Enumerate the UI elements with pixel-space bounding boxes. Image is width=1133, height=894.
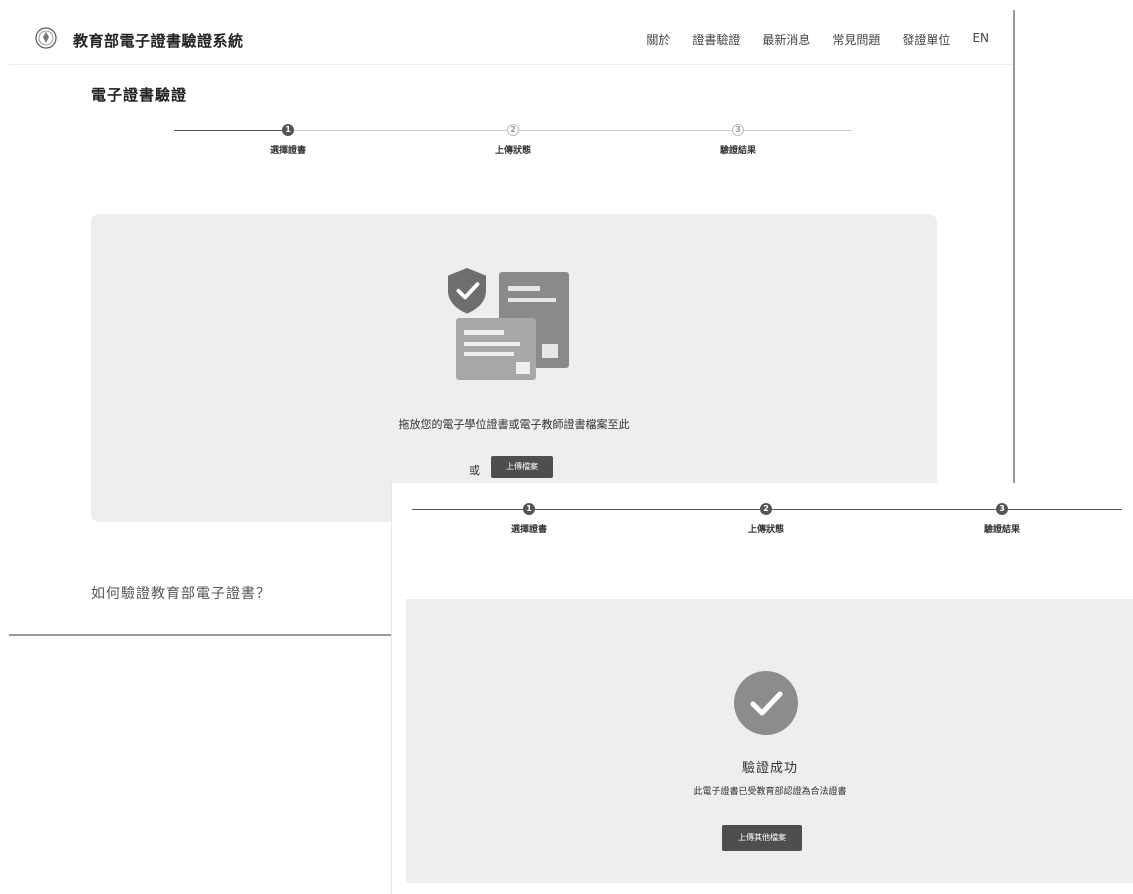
stepper: 1 選擇證書 2 上傳狀態 3 驗證結果 — [392, 503, 1133, 543]
page-title: 電子證書驗證 — [91, 86, 188, 104]
step-1: 1 選擇證書 — [270, 124, 306, 156]
stepper-line — [288, 130, 852, 131]
step-number: 1 — [281, 124, 294, 136]
step-2: 2 上傳狀態 — [748, 503, 784, 535]
nav-faq[interactable]: 常見問題 — [832, 31, 880, 48]
upload-file-button[interactable]: 上傳檔案 — [491, 456, 553, 478]
step-label: 上傳狀態 — [494, 146, 532, 156]
nav-issuers[interactable]: 發證單位 — [902, 31, 950, 48]
step-3: 3 驗證結果 — [720, 124, 756, 156]
step-number: 2 — [759, 503, 772, 515]
nav-about[interactable]: 關於 — [646, 31, 670, 48]
ministry-seal-icon[interactable] — [35, 27, 57, 49]
step-number: 3 — [731, 124, 744, 136]
nav-verify[interactable]: 證書驗證 — [692, 31, 740, 48]
step-label: 上傳狀態 — [747, 525, 785, 535]
system-title[interactable]: 教育部電子證書驗證系統 — [73, 30, 244, 51]
nav-news[interactable]: 最新消息 — [762, 31, 810, 48]
step-label: 驗證結果 — [983, 525, 1021, 535]
step-number: 1 — [522, 503, 535, 515]
check-circle-icon — [734, 671, 798, 735]
step-label: 選擇證書 — [510, 525, 548, 535]
step-number: 2 — [506, 124, 519, 136]
top-nav: 關於 證書驗證 最新消息 常見問題 發證單位 EN — [646, 31, 989, 48]
step-label: 選擇證書 — [269, 146, 307, 156]
stepper: 1 選擇證書 2 上傳狀態 3 驗證結果 — [9, 124, 1013, 164]
howto-heading[interactable]: 如何驗證教育部電子證書？ — [91, 583, 271, 603]
upload-another-button[interactable]: 上傳其他檔案 — [722, 825, 802, 851]
certificate-shield-icon — [448, 268, 569, 380]
result-panel: 驗證成功 此電子證書已受教育部認證為合法證書 上傳其他檔案 — [406, 599, 1133, 883]
upload-dropzone[interactable]: 拖放您的電子學位證書或電子教師證書檔案至此 或 上傳檔案 — [91, 214, 937, 522]
step-number: 3 — [995, 503, 1008, 515]
top-header: 教育部電子證書驗證系統 關於 證書驗證 最新消息 常見問題 發證單位 EN — [9, 10, 1013, 65]
nav-language[interactable]: EN — [972, 31, 989, 48]
drop-hint: 拖放您的電子學位證書或電子教師證書檔案至此 — [398, 418, 630, 431]
step-2: 2 上傳狀態 — [495, 124, 531, 156]
result-description: 此電子證書已受教育部認證為合法證書 — [693, 787, 847, 797]
step-1: 1 選擇證書 — [511, 503, 547, 535]
result-window: 1 選擇證書 2 上傳狀態 3 驗證結果 驗證成功 此電子證書已受教育部認證為合… — [391, 483, 1133, 894]
step-label: 驗證結果 — [719, 146, 757, 156]
or-text: 或 — [469, 464, 480, 477]
result-title: 驗證成功 — [741, 761, 798, 776]
step-3: 3 驗證結果 — [984, 503, 1020, 535]
